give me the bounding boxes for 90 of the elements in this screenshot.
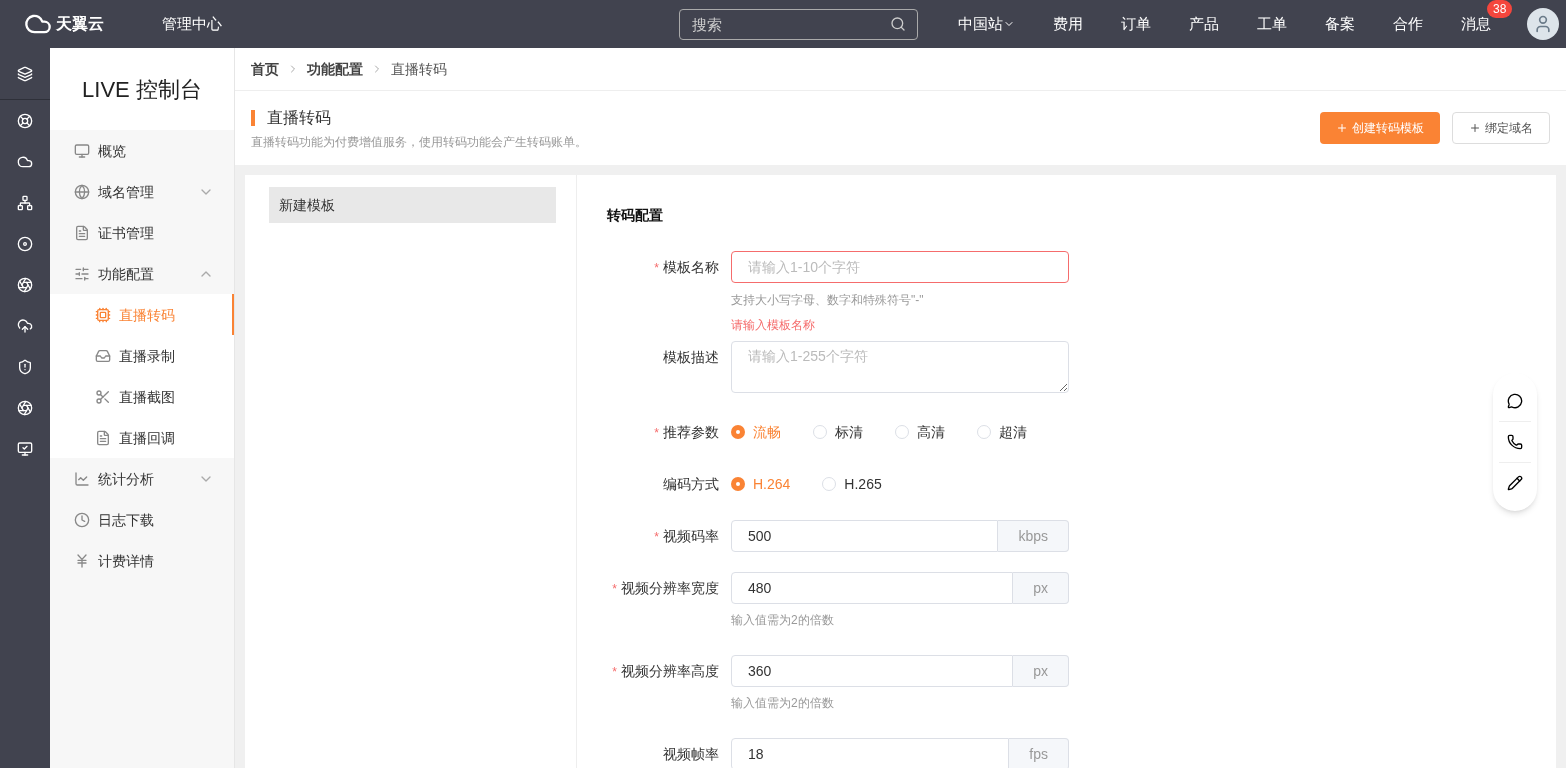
field-label: * 视频码率 bbox=[654, 527, 719, 546]
yen-icon bbox=[74, 552, 90, 569]
pencil-icon[interactable] bbox=[1507, 474, 1523, 491]
sidebar-item[interactable]: 功能配置 bbox=[50, 253, 234, 294]
breadcrumb-link[interactable]: 首页 bbox=[251, 59, 279, 79]
input-field[interactable]: 请输入1-10个字符 bbox=[731, 251, 1069, 283]
chart-icon bbox=[74, 470, 90, 487]
monitor-icon bbox=[74, 142, 90, 159]
bind-domain-button[interactable]: 绑定域名 bbox=[1452, 112, 1550, 144]
radio-label: 高清 bbox=[917, 423, 945, 442]
network-icon[interactable] bbox=[17, 194, 33, 211]
disc-icon[interactable] bbox=[17, 235, 33, 252]
hint-text: 支持大小写字母、数字和特殊符号"-" bbox=[731, 292, 925, 308]
console-title: 管理中心 bbox=[162, 13, 222, 34]
radio-label: 流畅 bbox=[753, 423, 781, 442]
inbox-icon bbox=[95, 347, 111, 364]
page-description: 直播转码功能为付费增值服务，使用转码功能会产生转码账单。 bbox=[251, 134, 588, 150]
hint-text: 输入值需为2的倍数 bbox=[731, 695, 835, 711]
radio-label: 标清 bbox=[835, 423, 863, 442]
sidebar-item[interactable]: 计费详情 bbox=[50, 540, 234, 581]
shield-icon[interactable] bbox=[17, 358, 33, 375]
message-count-badge: 38 bbox=[1487, 0, 1513, 18]
nav-link[interactable]: 工单 bbox=[1257, 12, 1287, 36]
sidebar-item[interactable]: 统计分析 bbox=[50, 458, 234, 499]
radio-option[interactable]: 高清 bbox=[895, 422, 945, 442]
sidebar-subitem[interactable]: 直播回调 bbox=[50, 417, 234, 458]
page-title: 直播转码 bbox=[267, 108, 331, 128]
monitor-icon[interactable] bbox=[17, 440, 33, 457]
document-icon bbox=[74, 224, 90, 241]
section-title: 转码配置 bbox=[607, 206, 664, 225]
search-field[interactable]: 搜索 bbox=[679, 8, 918, 40]
globe-icon bbox=[74, 183, 90, 200]
phone-icon[interactable] bbox=[1507, 433, 1523, 450]
radio-label: H.264 bbox=[753, 475, 791, 494]
nav-link[interactable]: 费用 bbox=[1053, 12, 1083, 36]
field-label: * 视频分辨率宽度 bbox=[612, 579, 719, 598]
unit-label: px bbox=[1013, 572, 1069, 604]
sidebar-title: LIVE 控制台 bbox=[50, 48, 234, 130]
layers-icon[interactable] bbox=[17, 65, 33, 82]
nav-link[interactable]: 备案 bbox=[1325, 12, 1355, 36]
sliders-icon bbox=[74, 265, 90, 282]
chip-icon bbox=[95, 306, 111, 323]
person-icon bbox=[1533, 14, 1553, 34]
search-icon bbox=[890, 15, 906, 32]
plus-icon bbox=[1469, 122, 1481, 134]
field-label: 模板描述 bbox=[663, 348, 719, 367]
breadcrumb-link[interactable]: 功能配置 bbox=[307, 59, 363, 79]
nav-link[interactable]: 产品 bbox=[1189, 12, 1219, 36]
lifebuoy-icon[interactable] bbox=[17, 112, 33, 129]
clock-icon bbox=[74, 511, 90, 528]
radio-option[interactable]: H.265 bbox=[822, 474, 882, 494]
chat-icon[interactable] bbox=[1507, 392, 1523, 409]
field-label: * 视频分辨率高度 bbox=[612, 662, 719, 681]
hint-text: 输入值需为2的倍数 bbox=[731, 612, 835, 628]
sidebar-item[interactable]: 日志下载 bbox=[50, 499, 234, 540]
unit-label: kbps bbox=[998, 520, 1069, 552]
field-label: 编码方式 bbox=[663, 475, 719, 494]
avatar[interactable] bbox=[1527, 8, 1559, 40]
aperture-icon[interactable] bbox=[17, 399, 33, 416]
radio-label: 超清 bbox=[999, 423, 1027, 442]
scissors-icon bbox=[95, 388, 111, 405]
radio-label: H.265 bbox=[844, 475, 882, 494]
unit-label: px bbox=[1013, 655, 1069, 687]
sidebar-subitem[interactable]: 直播录制 bbox=[50, 335, 234, 376]
plus-icon bbox=[1336, 122, 1348, 134]
field-label: 视频帧率 bbox=[663, 745, 719, 764]
nav-link[interactable]: 中国站 bbox=[958, 12, 1015, 36]
radio-option[interactable]: 标清 bbox=[813, 422, 863, 442]
logo-text: 天翼云 bbox=[56, 14, 104, 34]
input-field[interactable]: 500 bbox=[731, 520, 999, 552]
document-icon bbox=[95, 429, 111, 446]
nav-link[interactable]: 订单 bbox=[1121, 12, 1151, 36]
radio-option[interactable]: 超清 bbox=[977, 422, 1027, 442]
sidebar-subitem[interactable]: 直播截图 bbox=[50, 376, 234, 417]
sidebar-item[interactable]: 证书管理 bbox=[50, 212, 234, 253]
aperture-icon[interactable] bbox=[17, 276, 33, 293]
input-field[interactable]: 18 bbox=[731, 738, 1010, 768]
unit-label: fps bbox=[1009, 738, 1069, 768]
textarea-field[interactable]: 请输入1-255个字符 bbox=[731, 341, 1069, 393]
template-item[interactable]: 新建模板 bbox=[269, 187, 556, 223]
field-label: * 模板名称 bbox=[654, 258, 719, 277]
sidebar-item[interactable]: 概览 bbox=[50, 130, 234, 171]
input-field[interactable]: 480 bbox=[731, 572, 1014, 604]
field-label: * 推荐参数 bbox=[654, 423, 719, 442]
sidebar-item[interactable]: 域名管理 bbox=[50, 171, 234, 212]
nav-link[interactable]: 合作 bbox=[1393, 12, 1423, 36]
breadcrumb-link[interactable]: 直播转码 bbox=[391, 59, 447, 79]
input-field[interactable]: 360 bbox=[731, 655, 1014, 687]
cloud-upload-icon[interactable] bbox=[17, 317, 33, 334]
error-text: 请输入模板名称 bbox=[731, 317, 816, 333]
